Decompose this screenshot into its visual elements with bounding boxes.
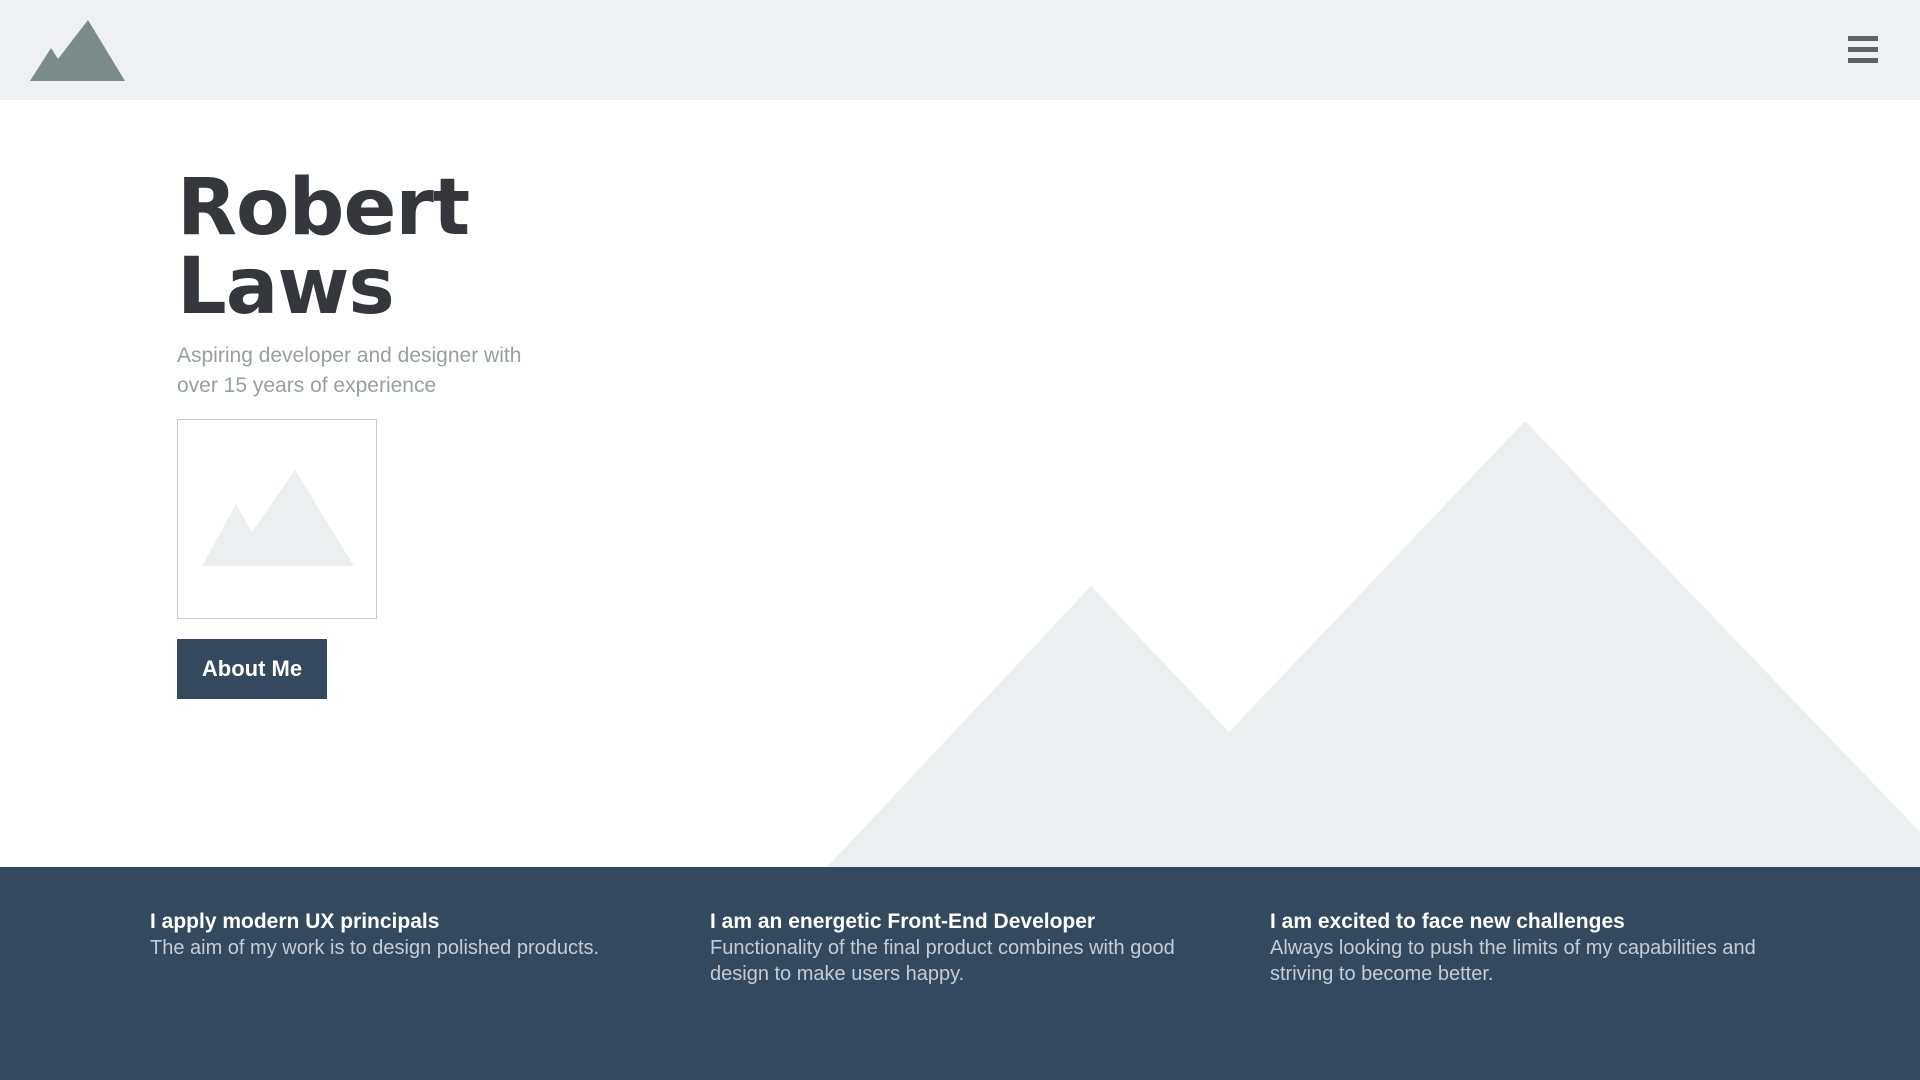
feature-item: I am excited to face new challenges Alwa… (1270, 909, 1790, 987)
name-last: Laws (177, 242, 395, 332)
feature-item: I apply modern UX principals The aim of … (150, 909, 670, 961)
feature-text: Always looking to push the limits of my … (1270, 937, 1756, 985)
hamburger-menu-icon[interactable] (1848, 36, 1880, 64)
feature-title: I am excited to face new challenges (1270, 910, 1625, 933)
about-me-button[interactable]: About Me (177, 639, 327, 699)
image-placeholder-icon (202, 470, 354, 566)
feature-text: Functionality of the final product combi… (710, 937, 1175, 985)
menu-bar (1848, 47, 1878, 52)
hero-content: Robert Laws Aspiring developer and desig… (177, 169, 597, 699)
name-first: Robert (177, 163, 470, 253)
feature-text: The aim of my work is to design polished… (150, 937, 600, 959)
tagline: Aspiring developer and designer with ove… (177, 344, 522, 397)
feature-title: I am an energetic Front-End Developer (710, 910, 1096, 933)
menu-bar (1848, 36, 1878, 41)
feature-item: I am an energetic Front-End Developer Fu… (710, 909, 1230, 987)
menu-bar (1848, 58, 1878, 63)
mountain-logo-icon[interactable] (30, 20, 125, 81)
hero-section: Robert Laws Aspiring developer and desig… (0, 100, 1920, 867)
profile-photo (177, 419, 377, 619)
page-title: Robert Laws (177, 169, 597, 327)
features-band: I apply modern UX principals The aim of … (0, 867, 1920, 1080)
feature-title: I apply modern UX principals (150, 910, 440, 933)
site-header (0, 0, 1920, 100)
